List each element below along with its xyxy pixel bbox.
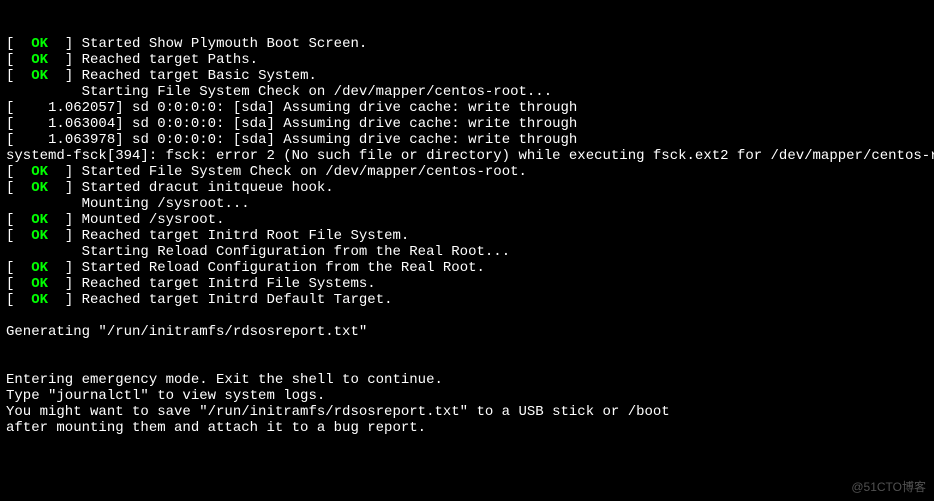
status-bracket-close: ] [48, 180, 82, 196]
console-line: systemd-fsck[394]: fsck: error 2 (No suc… [6, 148, 928, 164]
console-text: sd 0:0:0:0: [sda] Assuming drive cache: … [132, 132, 577, 148]
status-ok-label: OK [31, 292, 48, 308]
console-line: [ OK ] Started File System Check on /dev… [6, 164, 928, 180]
console-line: You might want to save "/run/initramfs/r… [6, 404, 928, 420]
console-line: Entering emergency mode. Exit the shell … [6, 372, 928, 388]
console-line: [ OK ] Started Show Plymouth Boot Screen… [6, 36, 928, 52]
console-line: [ OK ] Started Reload Configuration from… [6, 260, 928, 276]
console-line: [ 1.062057] sd 0:0:0:0: [sda] Assuming d… [6, 100, 928, 116]
ts-bracket-close: ] [115, 100, 132, 116]
ts-bracket-close: ] [115, 132, 132, 148]
console-text: Reached target Initrd File Systems. [82, 276, 376, 292]
console-text: sd 0:0:0:0: [sda] Assuming drive cache: … [132, 100, 577, 116]
status-ok-label: OK [31, 68, 48, 84]
console-output: [ OK ] Started Show Plymouth Boot Screen… [6, 36, 928, 468]
status-bracket-open: [ [6, 212, 31, 228]
console-line [6, 452, 928, 468]
console-line: Type "journalctl" to view system logs. [6, 388, 928, 404]
status-bracket-open: [ [6, 36, 31, 52]
console-text: Starting Reload Configuration from the R… [82, 244, 510, 260]
console-text: Reached target Basic System. [82, 68, 317, 84]
console-text: sd 0:0:0:0: [sda] Assuming drive cache: … [132, 116, 577, 132]
console-text: Started Show Plymouth Boot Screen. [82, 36, 368, 52]
console-text: Entering emergency mode. Exit the shell … [6, 372, 443, 388]
status-bracket-open: [ [6, 68, 31, 84]
status-bracket-open: [ [6, 180, 31, 196]
status-bracket-open: [ [6, 164, 31, 180]
console-text: after mounting them and attach it to a b… [6, 420, 426, 436]
console-text: Type "journalctl" to view system logs. [6, 388, 325, 404]
console-line: after mounting them and attach it to a b… [6, 420, 928, 436]
status-bracket-close: ] [48, 276, 82, 292]
ts-bracket-open: [ [6, 100, 48, 116]
console-line: Mounting /sysroot... [6, 196, 928, 212]
status-bracket-close: ] [48, 68, 82, 84]
console-line: [ OK ] Reached target Paths. [6, 52, 928, 68]
console-line: [ 1.063978] sd 0:0:0:0: [sda] Assuming d… [6, 132, 928, 148]
status-bracket-open: [ [6, 228, 31, 244]
console-line [6, 356, 928, 372]
status-bracket-open: [ [6, 260, 31, 276]
console-line: Generating "/run/initramfs/rdsosreport.t… [6, 324, 928, 340]
kernel-timestamp: 1.062057 [48, 100, 115, 116]
console-text: Reached target Initrd Default Target. [82, 292, 393, 308]
status-bracket-open: [ [6, 292, 31, 308]
console-line: Starting Reload Configuration from the R… [6, 244, 928, 260]
console-text: Mounted /sysroot. [82, 212, 225, 228]
console-line: [ OK ] Reached target Initrd Default Tar… [6, 292, 928, 308]
console-line: [ OK ] Reached target Basic System. [6, 68, 928, 84]
ts-bracket-open: [ [6, 132, 48, 148]
status-bracket-close: ] [48, 260, 82, 276]
ts-bracket-close: ] [115, 116, 132, 132]
ts-bracket-open: [ [6, 116, 48, 132]
console-line [6, 436, 928, 452]
status-ok-label: OK [31, 52, 48, 68]
console-text: Reached target Paths. [82, 52, 258, 68]
status-ok-label: OK [31, 180, 48, 196]
console-line: [ OK ] Reached target Initrd Root File S… [6, 228, 928, 244]
console-text: Starting File System Check on /dev/mappe… [82, 84, 552, 100]
kernel-timestamp: 1.063978 [48, 132, 115, 148]
status-bracket-close: ] [48, 164, 82, 180]
console-text: Started Reload Configuration from the Re… [82, 260, 485, 276]
console-line: [ OK ] Reached target Initrd File System… [6, 276, 928, 292]
status-bracket-close: ] [48, 36, 82, 52]
status-ok-label: OK [31, 36, 48, 52]
status-ok-label: OK [31, 164, 48, 180]
console-line [6, 308, 928, 324]
status-ok-label: OK [31, 228, 48, 244]
status-ok-label: OK [31, 260, 48, 276]
console-line [6, 340, 928, 356]
console-text: systemd-fsck[394]: fsck: error 2 (No suc… [6, 148, 934, 164]
status-ok-label: OK [31, 212, 48, 228]
console-text: Reached target Initrd Root File System. [82, 228, 410, 244]
console-line: [ OK ] Mounted /sysroot. [6, 212, 928, 228]
status-bracket-open: [ [6, 52, 31, 68]
console-text: Started File System Check on /dev/mapper… [82, 164, 527, 180]
console-text: Started dracut initqueue hook. [82, 180, 334, 196]
status-bracket-close: ] [48, 52, 82, 68]
status-bracket-close: ] [48, 212, 82, 228]
boot-console[interactable]: [ OK ] Started Show Plymouth Boot Screen… [0, 0, 934, 501]
console-line: Starting File System Check on /dev/mappe… [6, 84, 928, 100]
kernel-timestamp: 1.063004 [48, 116, 115, 132]
status-ok-label: OK [31, 276, 48, 292]
status-bracket-open: [ [6, 276, 31, 292]
status-bracket-close: ] [48, 228, 82, 244]
console-text: You might want to save "/run/initramfs/r… [6, 404, 670, 420]
console-line: [ 1.063004] sd 0:0:0:0: [sda] Assuming d… [6, 116, 928, 132]
console-text: Mounting /sysroot... [82, 196, 250, 212]
console-line: [ OK ] Started dracut initqueue hook. [6, 180, 928, 196]
console-text: Generating "/run/initramfs/rdsosreport.t… [6, 324, 367, 340]
status-bracket-close: ] [48, 292, 82, 308]
